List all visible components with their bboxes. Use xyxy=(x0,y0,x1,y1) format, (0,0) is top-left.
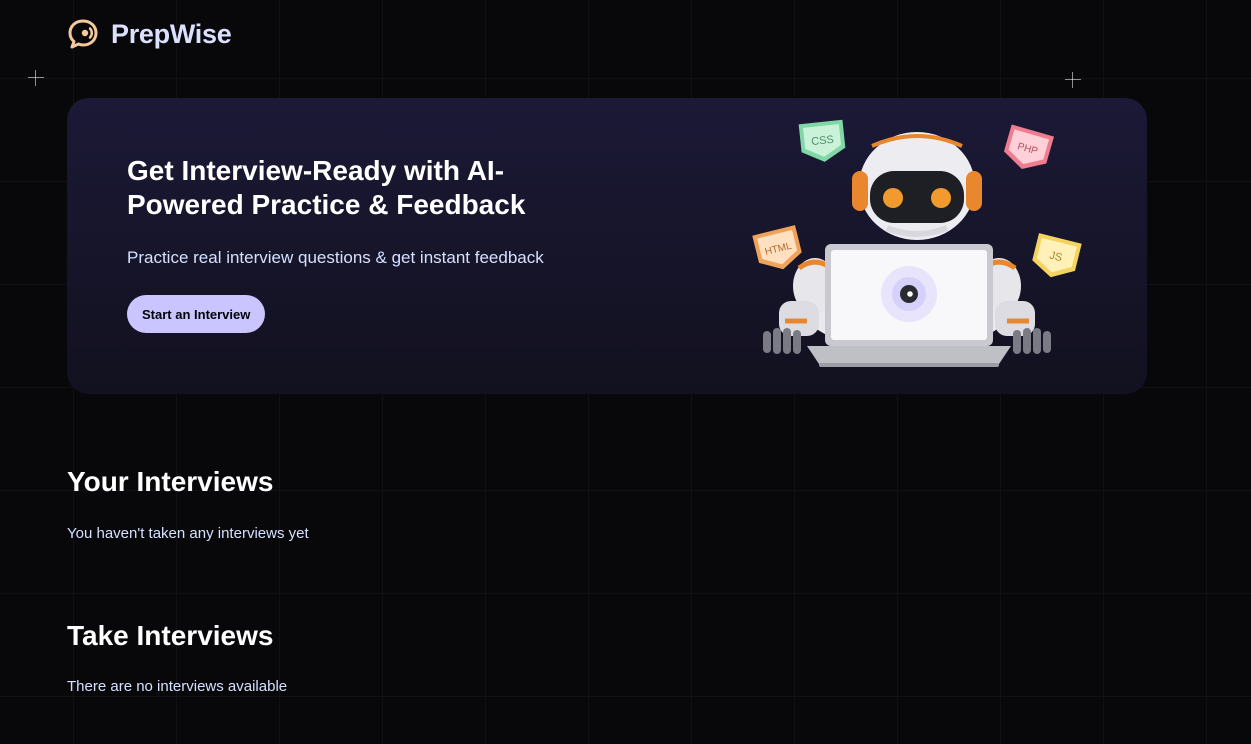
brand-name[interactable]: PrepWise xyxy=(111,19,232,50)
sparkle-icon xyxy=(1065,72,1081,88)
hero-banner: Get Interview-Ready with AI-Powered Prac… xyxy=(67,98,1147,394)
hero-subtitle: Practice real interview questions & get … xyxy=(127,248,544,267)
svg-text:CSS: CSS xyxy=(811,134,835,148)
take-interviews-title: Take Interviews xyxy=(67,620,274,651)
take-interviews-empty-text: There are no interviews available xyxy=(67,678,288,695)
navbar: PrepWise xyxy=(67,18,232,50)
sparkle-icon xyxy=(28,70,44,86)
hero-title: Get Interview-Ready with AI-Powered Prac… xyxy=(127,155,526,220)
your-interviews-empty-text: You haven't taken any interviews yet xyxy=(67,525,309,542)
chat-bubble-logo-icon[interactable] xyxy=(67,18,103,50)
start-interview-button[interactable]: Start an Interview xyxy=(127,295,266,333)
your-interviews-title: Your Interviews xyxy=(67,466,274,497)
robot-with-laptop-illustration: CSS PHP HTML JS xyxy=(752,119,1082,367)
